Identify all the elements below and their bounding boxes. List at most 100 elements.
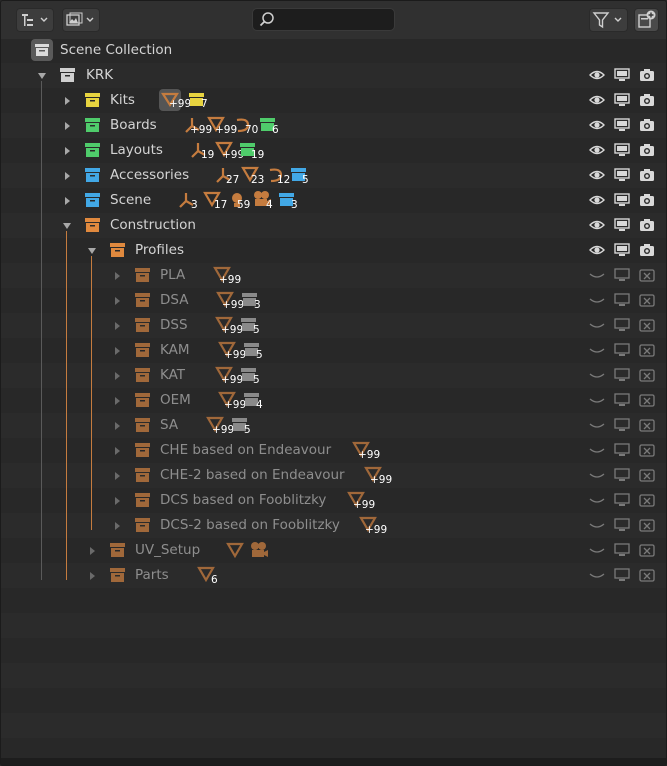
eye-icon[interactable]: [588, 191, 606, 209]
tree-row-scene-collection[interactable]: Scene Collection: [1, 38, 666, 63]
monitor-icon[interactable]: [613, 541, 631, 559]
monitor-icon[interactable]: [613, 341, 631, 359]
monitor-icon[interactable]: [613, 466, 631, 484]
profiles-expand-toggle[interactable]: [88, 248, 96, 254]
camera-icon[interactable]: [638, 216, 656, 234]
eye-closed-icon[interactable]: [588, 541, 606, 559]
eye-icon[interactable]: [588, 116, 606, 134]
camera-disabled-icon[interactable]: [638, 416, 656, 434]
camera-disabled-icon[interactable]: [638, 366, 656, 384]
tree-row-kat[interactable]: KAT +99 5: [1, 363, 666, 388]
eye-closed-icon[interactable]: [588, 316, 606, 334]
dcs-expand-toggle[interactable]: [115, 497, 120, 505]
sa-expand-toggle[interactable]: [115, 422, 120, 430]
monitor-icon[interactable]: [613, 116, 631, 134]
eye-closed-icon[interactable]: [588, 416, 606, 434]
camera-icon[interactable]: [638, 91, 656, 109]
camera-disabled-icon[interactable]: [638, 566, 656, 584]
eye-icon[interactable]: [588, 66, 606, 84]
monitor-icon[interactable]: [613, 316, 631, 334]
filter-dropdown[interactable]: [589, 8, 628, 32]
pla-expand-toggle[interactable]: [115, 272, 120, 280]
eye-icon[interactable]: [588, 166, 606, 184]
camera-disabled-icon[interactable]: [638, 391, 656, 409]
kam-expand-toggle[interactable]: [115, 347, 120, 355]
eye-closed-icon[interactable]: [588, 441, 606, 459]
camera-disabled-icon[interactable]: [638, 291, 656, 309]
dsa-expand-toggle[interactable]: [115, 297, 120, 305]
parts-expand-toggle[interactable]: [90, 572, 95, 580]
tree-row-construction[interactable]: Construction: [1, 213, 666, 238]
tree-row-dcs-2[interactable]: DCS-2 based on Fooblitzky +99: [1, 513, 666, 538]
monitor-icon[interactable]: [613, 241, 631, 259]
camera-disabled-icon[interactable]: [638, 341, 656, 359]
camera-disabled-icon[interactable]: [638, 491, 656, 509]
tree-row-boards[interactable]: Boards +99 +99 70 6: [1, 113, 666, 138]
tree-row-layouts[interactable]: Layouts 19 +99 19: [1, 138, 666, 163]
eye-closed-icon[interactable]: [588, 291, 606, 309]
camera-icon[interactable]: [638, 166, 656, 184]
monitor-icon[interactable]: [613, 416, 631, 434]
filter-mode-dropdown[interactable]: [62, 8, 100, 32]
camera-disabled-icon[interactable]: [638, 316, 656, 334]
dss-expand-toggle[interactable]: [115, 322, 120, 330]
eye-closed-icon[interactable]: [588, 516, 606, 534]
che-2-expand-toggle[interactable]: [115, 472, 120, 480]
camera-disabled-icon[interactable]: [638, 266, 656, 284]
tree-row-kam[interactable]: KAM +99 5: [1, 338, 666, 363]
tree-row-dss[interactable]: DSS +99 5: [1, 313, 666, 338]
eye-icon[interactable]: [588, 141, 606, 159]
eye-closed-icon[interactable]: [588, 491, 606, 509]
monitor-icon[interactable]: [613, 516, 631, 534]
eye-closed-icon[interactable]: [588, 341, 606, 359]
monitor-icon[interactable]: [613, 366, 631, 384]
search-input[interactable]: [252, 8, 395, 31]
eye-closed-icon[interactable]: [588, 366, 606, 384]
tree-row-dsa[interactable]: DSA +99 3: [1, 288, 666, 313]
tree-row-parts[interactable]: Parts 6: [1, 563, 666, 588]
eye-icon[interactable]: [588, 91, 606, 109]
eye-icon[interactable]: [588, 241, 606, 259]
camera-icon[interactable]: [638, 141, 656, 159]
scene-expand-toggle[interactable]: [65, 197, 70, 205]
construction-expand-toggle[interactable]: [63, 223, 71, 229]
new-collection-button[interactable]: [634, 8, 659, 32]
boards-expand-toggle[interactable]: [65, 122, 70, 130]
camera-disabled-icon[interactable]: [638, 441, 656, 459]
monitor-icon[interactable]: [613, 216, 631, 234]
tree-row-kits[interactable]: Kits +99 7: [1, 88, 666, 113]
tree-row-pla[interactable]: PLA +99: [1, 263, 666, 288]
monitor-icon[interactable]: [613, 66, 631, 84]
camera-icon[interactable]: [638, 241, 656, 259]
eye-closed-icon[interactable]: [588, 466, 606, 484]
tree-row-scene[interactable]: Scene 3 17 59 4 3: [1, 188, 666, 213]
tree-row-dcs[interactable]: DCS based on Fooblitzky +99: [1, 488, 666, 513]
camera-disabled-icon[interactable]: [638, 541, 656, 559]
monitor-icon[interactable]: [613, 266, 631, 284]
monitor-icon[interactable]: [613, 441, 631, 459]
dcs-2-expand-toggle[interactable]: [115, 522, 120, 530]
tree-row-che-2[interactable]: CHE-2 based on Endeavour +99: [1, 463, 666, 488]
monitor-icon[interactable]: [613, 141, 631, 159]
camera-disabled-icon[interactable]: [638, 466, 656, 484]
eye-closed-icon[interactable]: [588, 266, 606, 284]
eye-closed-icon[interactable]: [588, 566, 606, 584]
oem-expand-toggle[interactable]: [115, 397, 120, 405]
camera-icon[interactable]: [638, 66, 656, 84]
kat-expand-toggle[interactable]: [115, 372, 120, 380]
camera-disabled-icon[interactable]: [638, 516, 656, 534]
che-expand-toggle[interactable]: [115, 447, 120, 455]
eye-closed-icon[interactable]: [588, 391, 606, 409]
layouts-expand-toggle[interactable]: [65, 147, 70, 155]
tree-row-sa[interactable]: SA +99 5: [1, 413, 666, 438]
tree-row-profiles[interactable]: Profiles: [1, 238, 666, 263]
monitor-icon[interactable]: [613, 291, 631, 309]
display-mode-dropdown[interactable]: [16, 8, 54, 32]
camera-icon[interactable]: [638, 191, 656, 209]
eye-icon[interactable]: [588, 216, 606, 234]
monitor-icon[interactable]: [613, 391, 631, 409]
uv-setup-expand-toggle[interactable]: [90, 547, 95, 555]
tree-row-uv-setup[interactable]: UV_Setup: [1, 538, 666, 563]
accessories-expand-toggle[interactable]: [65, 172, 70, 180]
monitor-icon[interactable]: [613, 491, 631, 509]
